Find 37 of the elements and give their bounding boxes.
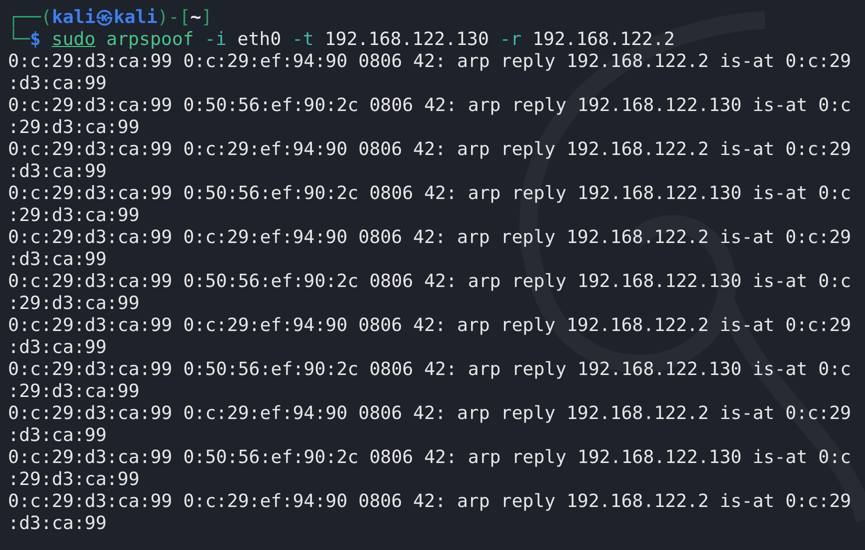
terminal-output-line: :d3:ca:99 (8, 337, 107, 359)
terminal-output-line: 0:c:29:d3:ca:99 0:50:56:ef:90:2c 0806 42: arp reply 192.168.122.130 is-at 0:c (8, 447, 852, 469)
terminal-output-line: :29:d3:ca:99 (8, 381, 140, 403)
terminal-output-line: 0:c:29:d3:ca:99 0:c:29:ef:94:90 0806 42: arp reply 192.168.122.2 is-at 0:c:29 (8, 227, 852, 249)
terminal-output-line: :d3:ca:99 (8, 73, 107, 95)
command-option: -r (500, 29, 522, 51)
terminal-output-line: 0:c:29:d3:ca:99 0:c:29:ef:94:90 0806 42: arp reply 192.168.122.2 is-at 0:c:29 (8, 491, 852, 513)
command-word: sudo (52, 29, 96, 51)
terminal-output-line: 0:c:29:d3:ca:99 0:50:56:ef:90:2c 0806 42: arp reply 192.168.122.130 is-at 0:c (8, 359, 852, 381)
terminal-output-line: :d3:ca:99 (8, 425, 107, 447)
command-argument: eth0 (237, 29, 282, 51)
terminal-output-line: :29:d3:ca:99 (8, 117, 140, 139)
command-argument: 192.168.122.130 (324, 29, 489, 51)
terminal-output-line: 0:c:29:d3:ca:99 0:c:29:ef:94:90 0806 42: arp reply 192.168.122.2 is-at 0:c:29 (8, 403, 852, 425)
terminal-output-line: 0:c:29:d3:ca:99 0:c:29:ef:94:90 0806 42: arp reply 192.168.122.2 is-at 0:c:29 (8, 315, 852, 337)
command-option: -i (204, 29, 227, 51)
prompt-user: kali㉿kali (52, 7, 158, 29)
command-argument: 192.168.122.2 (532, 29, 675, 51)
terminal-output-line: 0:c:29:d3:ca:99 0:50:56:ef:90:2c 0806 42: arp reply 192.168.122.130 is-at 0:c (8, 183, 852, 205)
prompt-frame: └─ (8, 29, 30, 51)
prompt-frame: ] (201, 7, 212, 29)
terminal-output-line: :29:d3:ca:99 (8, 469, 140, 491)
terminal-output-line: 0:c:29:d3:ca:99 0:c:29:ef:94:90 0806 42: arp reply 192.168.122.2 is-at 0:c:29 (8, 51, 852, 73)
command-word: arpspoof (106, 29, 194, 51)
terminal-output-line: 0:c:29:d3:ca:99 0:c:29:ef:94:90 0806 42: arp reply 192.168.122.2 is-at 0:c:29 (8, 139, 852, 161)
prompt-frame: )-[ (157, 7, 190, 29)
terminal-output-line: :d3:ca:99 (8, 249, 107, 271)
terminal-output-line: 0:c:29:d3:ca:99 0:50:56:ef:90:2c 0806 42: arp reply 192.168.122.130 is-at 0:c (8, 271, 852, 293)
terminal-output-line: :d3:ca:99 (8, 161, 107, 183)
command-option: -t (292, 29, 314, 51)
prompt-symbol: $ (30, 29, 41, 51)
prompt-directory: ~ (190, 7, 202, 29)
terminal-output-line: :29:d3:ca:99 (8, 293, 140, 315)
terminal-output-line: :29:d3:ca:99 (8, 205, 140, 227)
terminal-output-line: 0:c:29:d3:ca:99 0:50:56:ef:90:2c 0806 42: arp reply 192.168.122.130 is-at 0:c (8, 95, 852, 117)
prompt-frame: ┌──( (8, 7, 52, 29)
terminal-output-line: :d3:ca:99 (8, 513, 107, 535)
